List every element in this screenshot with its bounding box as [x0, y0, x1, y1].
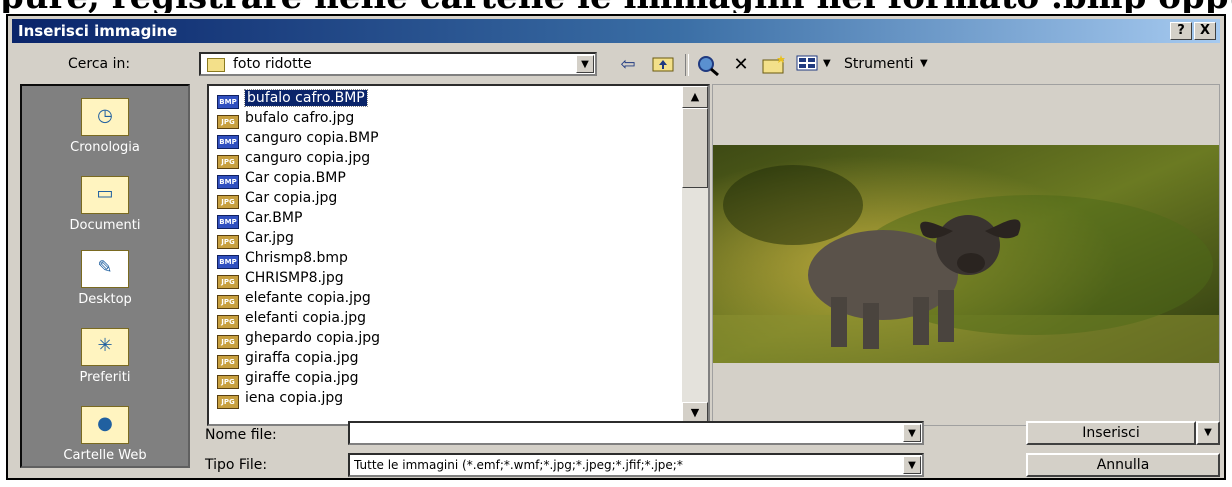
documents-icon: ▭	[81, 176, 129, 214]
folder-up-icon[interactable]	[650, 54, 676, 76]
filename-label: Nome file:	[205, 427, 277, 443]
views-chevron-down-icon[interactable]: ▼	[823, 58, 831, 69]
jpg-file-icon: JPG	[217, 295, 239, 309]
desktop-icon: ✎	[81, 250, 129, 288]
jpg-file-icon: JPG	[217, 335, 239, 349]
help-button[interactable]: ?	[1170, 22, 1192, 40]
chevron-down-icon[interactable]: ▼	[903, 424, 921, 442]
tools-chevron-down-icon[interactable]: ▼	[920, 58, 928, 69]
bmp-file-icon: BMP	[217, 255, 239, 269]
place-label: Desktop	[78, 292, 132, 307]
jpg-file-icon: JPG	[217, 355, 239, 369]
filetype-select[interactable]: Tutte le immagini (*.emf;*.wmf;*.jpg;*.j…	[348, 453, 924, 477]
list-item[interactable]: JPG elefanti copia.jpg	[217, 308, 366, 329]
arrow-left-icon[interactable]: ⇦	[615, 54, 641, 76]
list-item[interactable]: JPG giraffa copia.jpg	[217, 348, 359, 369]
new-folder-icon[interactable]	[760, 54, 788, 76]
list-item[interactable]: BMP canguro copia.BMP	[217, 128, 379, 149]
favorites-icon: ✳	[81, 328, 129, 366]
lookin-label: Cerca in:	[68, 56, 131, 72]
jpg-file-icon: JPG	[217, 395, 239, 409]
list-item[interactable]: JPG elefante copia.jpg	[217, 288, 371, 309]
preview-pane	[712, 84, 1220, 426]
dialog-title: Inserisci immagine	[18, 22, 178, 40]
list-item[interactable]: JPG CHRISMP8.jpg	[217, 268, 344, 289]
filename-field[interactable]: ▼	[348, 421, 924, 445]
file-list[interactable]: BMP bufalo cafro.BMP JPG bufalo cafro.jpg …	[207, 84, 710, 426]
list-item[interactable]: BMP Car copia.BMP	[217, 168, 346, 189]
filetype-value: Tutte le immagini (*.emf;*.wmf;*.jpg;*.j…	[354, 458, 683, 472]
jpg-file-icon: JPG	[217, 155, 239, 169]
filetype-label: Tipo File:	[205, 457, 268, 473]
place-desktop[interactable]: ✎ Desktop	[22, 250, 188, 307]
list-item[interactable]: JPG Car.jpg	[217, 228, 294, 249]
web-folders-icon: ●	[81, 406, 129, 444]
history-icon: ◷	[81, 98, 129, 136]
search-web-icon[interactable]	[694, 54, 722, 77]
delete-icon[interactable]: ✕	[728, 54, 754, 76]
close-button[interactable]: X	[1194, 22, 1216, 40]
folder-icon	[207, 58, 225, 72]
insert-picture-dialog: Inserisci immagine ? X Cerca in: foto ri…	[6, 14, 1226, 480]
place-label: Cronologia	[70, 140, 140, 155]
place-documents[interactable]: ▭ Documenti	[22, 176, 188, 233]
chevron-down-icon[interactable]: ▼	[903, 456, 921, 474]
chevron-down-icon[interactable]: ▼	[576, 55, 594, 73]
tools-menu[interactable]: Strumenti	[844, 56, 914, 72]
list-item[interactable]: JPG giraffe copia.jpg	[217, 368, 359, 389]
list-item[interactable]: JPG ghepardo copia.jpg	[217, 328, 380, 349]
lookin-combo[interactable]: foto ridotte ▼	[199, 52, 597, 76]
jpg-file-icon: JPG	[217, 315, 239, 329]
jpg-file-icon: JPG	[217, 275, 239, 289]
insert-options-chevron-down-icon[interactable]: ▼	[1196, 421, 1220, 445]
vertical-scrollbar[interactable]: ▲ ▼	[682, 86, 708, 424]
cancel-button[interactable]: Annulla	[1026, 453, 1220, 477]
place-label: Cartelle Web	[63, 448, 147, 463]
places-bar: ◷ Cronologia ▭ Documenti ✎ Desktop ✳ Pre…	[20, 84, 190, 468]
place-history[interactable]: ◷ Cronologia	[22, 98, 188, 155]
preview-image	[713, 145, 1219, 363]
views-icon[interactable]	[794, 54, 820, 76]
jpg-file-icon: JPG	[217, 115, 239, 129]
scroll-thumb[interactable]	[682, 108, 708, 188]
bmp-file-icon: BMP	[217, 215, 239, 229]
list-item[interactable]: BMP Chrismp8.bmp	[217, 248, 348, 269]
list-item[interactable]: BMP Car.BMP	[217, 208, 302, 229]
bmp-file-icon: BMP	[217, 135, 239, 149]
jpg-file-icon: JPG	[217, 235, 239, 249]
place-web-folders[interactable]: ● Cartelle Web	[22, 406, 188, 463]
place-label: Preferiti	[79, 370, 131, 385]
list-item[interactable]: BMP bufalo cafro.BMP	[217, 88, 368, 109]
document-overflow-text: pure, registrare nelle cartelle le immag…	[0, 0, 1232, 13]
list-item[interactable]: JPG Car copia.jpg	[217, 188, 337, 209]
scroll-up-icon[interactable]: ▲	[682, 86, 708, 108]
list-item[interactable]: JPG canguro copia.jpg	[217, 148, 370, 169]
lookin-value: foto ridotte	[233, 56, 312, 72]
jpg-file-icon: JPG	[217, 195, 239, 209]
insert-button[interactable]: Inserisci	[1026, 421, 1196, 445]
jpg-file-icon: JPG	[217, 375, 239, 389]
place-label: Documenti	[69, 218, 141, 233]
list-item[interactable]: JPG bufalo cafro.jpg	[217, 108, 354, 129]
list-item[interactable]: JPG iena copia.jpg	[217, 388, 343, 409]
bmp-file-icon: BMP	[217, 175, 239, 189]
place-favorites[interactable]: ✳ Preferiti	[22, 328, 188, 385]
bmp-file-icon: BMP	[217, 95, 239, 109]
title-bar: Inserisci immagine ? X	[12, 19, 1220, 43]
toolbar-separator	[685, 54, 689, 76]
